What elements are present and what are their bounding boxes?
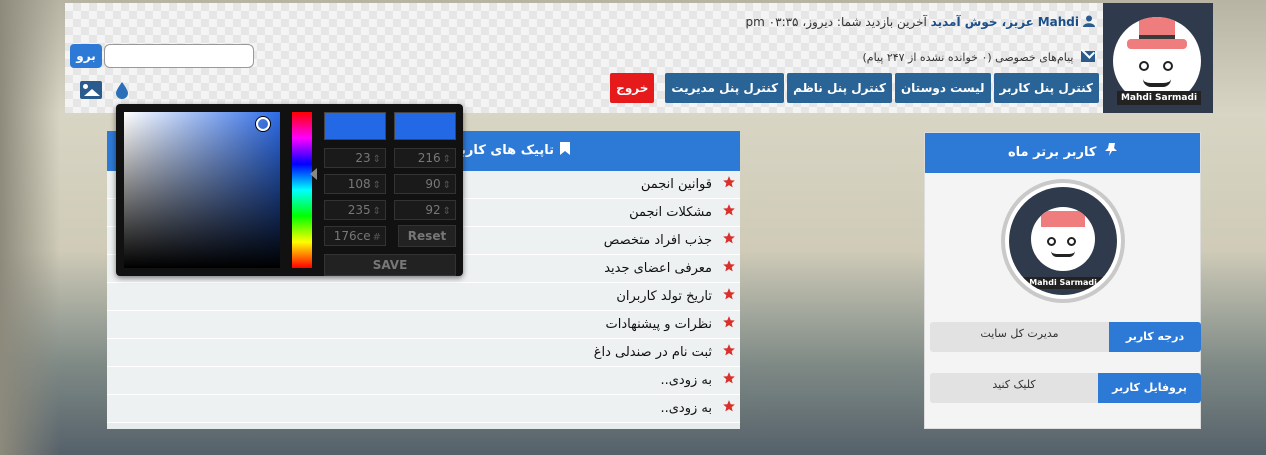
star-icon <box>723 372 735 384</box>
hue-slider[interactable] <box>292 112 312 268</box>
star-icon <box>723 344 735 356</box>
topic-row[interactable]: نظرات و پیشنهادات <box>107 311 740 339</box>
image-icon[interactable] <box>80 81 102 99</box>
background-decoration <box>0 0 60 455</box>
avatar-caption: Mahdi Sarmadi <box>1019 277 1107 289</box>
new-color-swatch <box>324 112 386 140</box>
topic-link[interactable]: به زودی.. <box>660 401 712 416</box>
logout-button[interactable]: خروج <box>610 73 655 103</box>
star-icon <box>723 260 735 272</box>
welcome-greeting: عزیز، خوش آمدید <box>930 15 1034 29</box>
star-icon <box>723 232 735 244</box>
star-icon <box>723 316 735 328</box>
current-color-swatch <box>394 112 456 140</box>
hat-brim-shape <box>1127 39 1187 49</box>
header-nav: کنترل پنل کاربر لیست دوستان کنترل پنل نا… <box>610 73 1099 103</box>
topic-link[interactable]: ثبت نام در صندلی داغ <box>594 345 712 360</box>
hex-field[interactable]: 176ce # <box>324 226 386 246</box>
private-messages-text[interactable]: پیام‌های خصوصی (۰ خوانده نشده از ۲۴۷ پیا… <box>862 51 1073 64</box>
avatar-image: Mahdi Sarmadi <box>1009 187 1117 295</box>
user-rank-value: مدیرت کل سایت <box>980 327 1059 340</box>
topic-row[interactable]: به زودی.. <box>107 367 740 395</box>
color-drop-icon[interactable] <box>116 82 128 99</box>
nav-user-cp-button[interactable]: کنترل پنل کاربر <box>993 73 1099 103</box>
saturation-field[interactable]: 90 ⇕ <box>394 174 456 194</box>
topic-link[interactable]: نظرات و پیشنهادات <box>605 317 712 332</box>
blue-field[interactable]: 235 ⇕ <box>324 200 386 220</box>
search-input[interactable] <box>104 44 254 68</box>
hat-shape <box>1041 211 1085 227</box>
star-icon <box>723 400 735 412</box>
star-icon <box>723 176 735 188</box>
topic-row[interactable]: به زودی.. <box>107 395 740 423</box>
user-profile-label: پروفایل کاربر <box>1098 373 1201 403</box>
saturation-value-area[interactable] <box>124 112 280 268</box>
hue-field[interactable]: 216 ⇕ <box>394 148 456 168</box>
topic-link[interactable]: به زودی.. <box>660 373 712 388</box>
widget-header: کاربر برتر ماه <box>925 133 1200 173</box>
eye-shape <box>1047 237 1056 246</box>
header-avatar[interactable]: Mahdi Sarmadi <box>1103 3 1213 113</box>
color-picker-popup: 23 ⇕ 216 ⇕ 108 ⇕ 90 ⇕ 235 ⇕ 92 ⇕ 176ce # Reset … <box>116 104 463 276</box>
private-messages-line[interactable]: پیام‌های خصوصی (۰ خوانده نشده از ۲۴۷ پیا… <box>862 51 1095 64</box>
header: Mahdi Sarmadi Mahdi عزیز، خوش آمدید آخری… <box>65 3 1213 113</box>
widget-title: کاربر برتر ماه <box>1007 145 1097 160</box>
avatar-face <box>1031 207 1095 271</box>
eye-shape <box>1067 237 1076 246</box>
mail-icon <box>1081 51 1095 62</box>
color-picker-cursor[interactable] <box>256 117 270 131</box>
top-user-widget: کاربر برتر ماه Mahdi Sarmadi درجه کاربر … <box>924 132 1201 429</box>
topic-link[interactable]: قوانین انجمن <box>641 177 712 192</box>
bookmark-icon <box>560 142 570 155</box>
nav-admin-cp-button[interactable]: کنترل پنل مدیریت <box>665 73 785 103</box>
spinner-icon: ⇕ <box>372 206 381 217</box>
hue-slider-handle[interactable] <box>310 168 317 180</box>
hue-value: 216 <box>417 151 441 165</box>
spinner-icon: ⇕ <box>442 180 451 191</box>
spinner-icon: ⇕ <box>442 206 451 217</box>
brightness-value: 92 <box>425 203 441 217</box>
eye-shape <box>1163 61 1173 71</box>
reset-button[interactable]: Reset <box>398 225 456 247</box>
hex-value: 176ce <box>333 229 371 243</box>
pin-icon <box>1105 143 1118 156</box>
topic-link[interactable]: مشکلات انجمن <box>629 205 712 220</box>
green-field[interactable]: 108 ⇕ <box>324 174 386 194</box>
user-profile-link[interactable]: کلیک کنید <box>930 373 1098 403</box>
username-link[interactable]: Mahdi <box>1038 15 1079 29</box>
topic-link[interactable]: تاریخ تولد کاربران <box>616 289 712 304</box>
save-button[interactable]: SAVE <box>324 254 456 276</box>
last-visit-text: آخرین بازدید شما: دیروز، ۰۳:۳۵ pm <box>745 15 927 29</box>
nav-mod-cp-button[interactable]: کنترل پنل ناظم <box>787 73 892 103</box>
star-icon <box>723 204 735 216</box>
topic-link[interactable]: معرفی اعضای جدید <box>604 261 712 276</box>
hash-icon: # <box>372 232 381 243</box>
spinner-icon: ⇕ <box>372 154 381 165</box>
welcome-line: Mahdi عزیز، خوش آمدید آخرین بازدید شما: … <box>746 15 1095 29</box>
red-field[interactable]: 23 ⇕ <box>324 148 386 168</box>
red-value: 23 <box>355 151 371 165</box>
saturation-value: 90 <box>425 177 441 191</box>
spinner-icon: ⇕ <box>372 180 381 191</box>
top-user-avatar[interactable]: Mahdi Sarmadi <box>1001 179 1125 303</box>
topic-row[interactable]: تاریخ تولد کاربران <box>107 283 740 311</box>
user-rank-row: درجه کاربر مدیرت کل سایت <box>930 322 1201 352</box>
blue-value: 235 <box>347 203 371 217</box>
search-go-button[interactable]: برو <box>70 44 102 68</box>
eye-shape <box>1139 61 1149 71</box>
spinner-icon: ⇕ <box>442 154 451 165</box>
brightness-field[interactable]: 92 ⇕ <box>394 200 456 220</box>
user-profile-row[interactable]: پروفایل کاربر کلیک کنید <box>930 373 1201 403</box>
mustache-shape <box>1143 79 1171 87</box>
avatar-caption: Mahdi Sarmadi <box>1117 91 1201 105</box>
star-icon <box>723 288 735 300</box>
topic-link[interactable]: جذب افراد متخصص <box>604 233 712 248</box>
green-value: 108 <box>347 177 371 191</box>
nav-friends-list-button[interactable]: لیست دوستان <box>894 73 991 103</box>
mustache-shape <box>1051 251 1075 257</box>
user-icon <box>1083 15 1095 27</box>
topic-row[interactable]: ثبت نام در صندلی داغ <box>107 339 740 367</box>
user-rank-label: درجه کاربر <box>1109 322 1201 352</box>
topics-title: تاپیک های کاربر <box>452 143 554 158</box>
